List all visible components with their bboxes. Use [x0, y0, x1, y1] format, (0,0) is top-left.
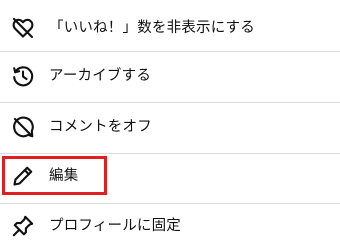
pin-icon — [10, 213, 36, 239]
menu-item-hide-likes[interactable]: 「いいね！」数を非表示にする — [0, 4, 340, 52]
menu-item-pin-to-profile[interactable]: プロフィールに固定 — [0, 202, 340, 247]
menu-item-label: 「いいね！」数を非表示にする — [49, 20, 255, 36]
heart-off-icon — [10, 15, 36, 41]
menu-item-label: プロフィールに固定 — [49, 218, 182, 234]
menu-item-archive[interactable]: アーカイブする — [0, 52, 340, 100]
comment-off-icon — [10, 114, 36, 140]
highlight-box — [2, 156, 107, 195]
archive-history-icon — [10, 63, 36, 89]
menu-item-label: アーカイブする — [49, 68, 152, 84]
menu-item-turn-off-comments[interactable]: コメントをオフ — [0, 103, 340, 151]
post-options-menu: 「いいね！」数を非表示にする アーカイブする コメントをオフ 編集 プロフィール… — [0, 0, 340, 247]
menu-item-label: コメントをオフ — [49, 119, 152, 135]
